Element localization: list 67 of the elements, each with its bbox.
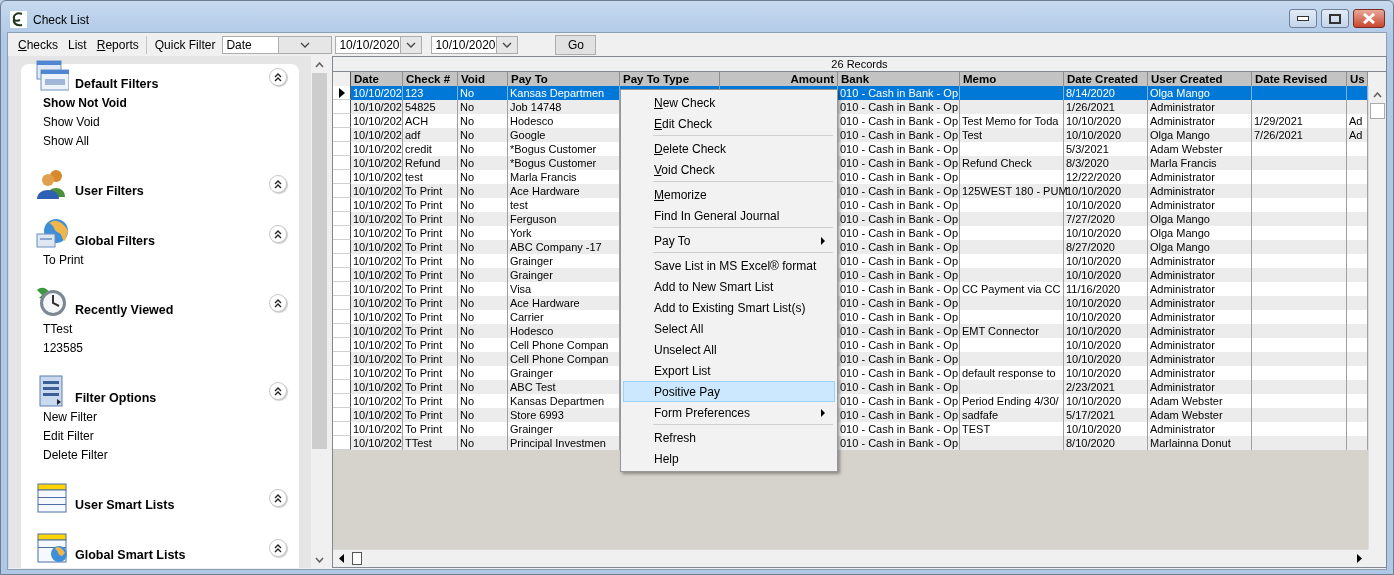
record-count: 26 Records bbox=[831, 57, 888, 71]
globe-icon bbox=[35, 217, 69, 251]
scroll-up-icon[interactable] bbox=[1373, 91, 1382, 98]
menu-bar-item[interactable]: List bbox=[68, 37, 87, 52]
collapse-button[interactable] bbox=[269, 225, 287, 243]
table-cell: 10/10/202 bbox=[351, 436, 403, 450]
scroll-right-icon[interactable] bbox=[1356, 554, 1363, 563]
filter-item[interactable]: Show Not Void bbox=[43, 94, 127, 113]
scroll-thumb[interactable] bbox=[1370, 103, 1385, 119]
section-title: User Filters bbox=[75, 184, 145, 200]
scroll-left-icon[interactable] bbox=[338, 554, 345, 563]
submenu-arrow-icon bbox=[821, 409, 826, 417]
app-logo-icon bbox=[10, 11, 27, 28]
menu-bar-item[interactable]: Checks bbox=[18, 37, 59, 52]
scroll-thumb[interactable] bbox=[352, 552, 362, 565]
filter-item[interactable]: Show All bbox=[43, 132, 90, 151]
table-globe-icon bbox=[35, 531, 69, 565]
filter-item[interactable]: To Print bbox=[43, 251, 84, 270]
menu-bar-item[interactable]: Reports bbox=[96, 37, 139, 52]
section-title: Recently Viewed bbox=[75, 303, 175, 319]
table-cell: Marlainna Donut bbox=[1148, 436, 1252, 450]
horizontal-scrollbar[interactable] bbox=[333, 549, 1368, 567]
to-date-field[interactable]: 10/10/2020 bbox=[431, 35, 519, 54]
minimize-icon bbox=[1297, 16, 1309, 21]
close-icon bbox=[1362, 13, 1376, 24]
filter-field-dropdown[interactable]: Date bbox=[222, 35, 333, 54]
section-title: Default Filters bbox=[75, 77, 160, 93]
section-title: User Smart Lists bbox=[75, 498, 176, 514]
row-pointer-icon bbox=[338, 87, 345, 98]
section-title: Global Smart Lists bbox=[75, 548, 187, 564]
quick-filter-label: Quick Filter bbox=[154, 37, 216, 52]
dropdown-caret-icon bbox=[300, 41, 311, 48]
filter-item[interactable]: New Filter bbox=[43, 408, 97, 427]
from-date-field[interactable]: 10/10/2020 bbox=[335, 35, 423, 54]
scroll-down-icon[interactable] bbox=[315, 556, 324, 563]
collapse-button[interactable] bbox=[269, 539, 287, 557]
scroll-thumb[interactable] bbox=[312, 73, 327, 449]
submenu-arrow-icon bbox=[821, 237, 826, 245]
scroll-up-icon[interactable] bbox=[315, 61, 324, 68]
vertical-scrollbar[interactable] bbox=[311, 56, 328, 568]
menu-item[interactable]: Positive Pay bbox=[623, 381, 835, 402]
filter-item[interactable]: Edit Filter bbox=[43, 427, 94, 446]
filter-item[interactable]: Delete Filter bbox=[43, 446, 108, 465]
window-title: Check List bbox=[33, 12, 90, 27]
collapse-button[interactable] bbox=[269, 68, 287, 86]
collapse-button[interactable] bbox=[269, 489, 287, 507]
dropdown-caret-icon bbox=[501, 41, 512, 48]
window-stack-icon bbox=[35, 60, 69, 94]
collapse-button[interactable] bbox=[269, 294, 287, 312]
menu-item[interactable]: Help bbox=[623, 448, 835, 469]
filter-item[interactable]: 123585 bbox=[43, 339, 84, 358]
dropdown-caret-icon bbox=[405, 41, 416, 48]
table-cell: No bbox=[458, 436, 508, 450]
maximize-button[interactable] bbox=[1321, 9, 1349, 28]
collapse-button[interactable] bbox=[269, 382, 287, 400]
table-cell: 8/10/2020 bbox=[1064, 436, 1148, 450]
go-button[interactable]: Go bbox=[555, 34, 597, 55]
table-cell: TTest bbox=[403, 436, 458, 450]
section-title: Filter Options bbox=[75, 391, 158, 407]
close-button[interactable] bbox=[1353, 9, 1385, 28]
filter-item[interactable]: Show Void bbox=[43, 113, 100, 132]
section-title: Global Filters bbox=[75, 234, 156, 250]
maximize-icon bbox=[1329, 13, 1341, 24]
filter-item[interactable]: TTest bbox=[43, 320, 73, 339]
minimize-button[interactable] bbox=[1289, 9, 1317, 28]
collapse-button[interactable] bbox=[269, 175, 287, 193]
table-icon bbox=[35, 481, 69, 515]
